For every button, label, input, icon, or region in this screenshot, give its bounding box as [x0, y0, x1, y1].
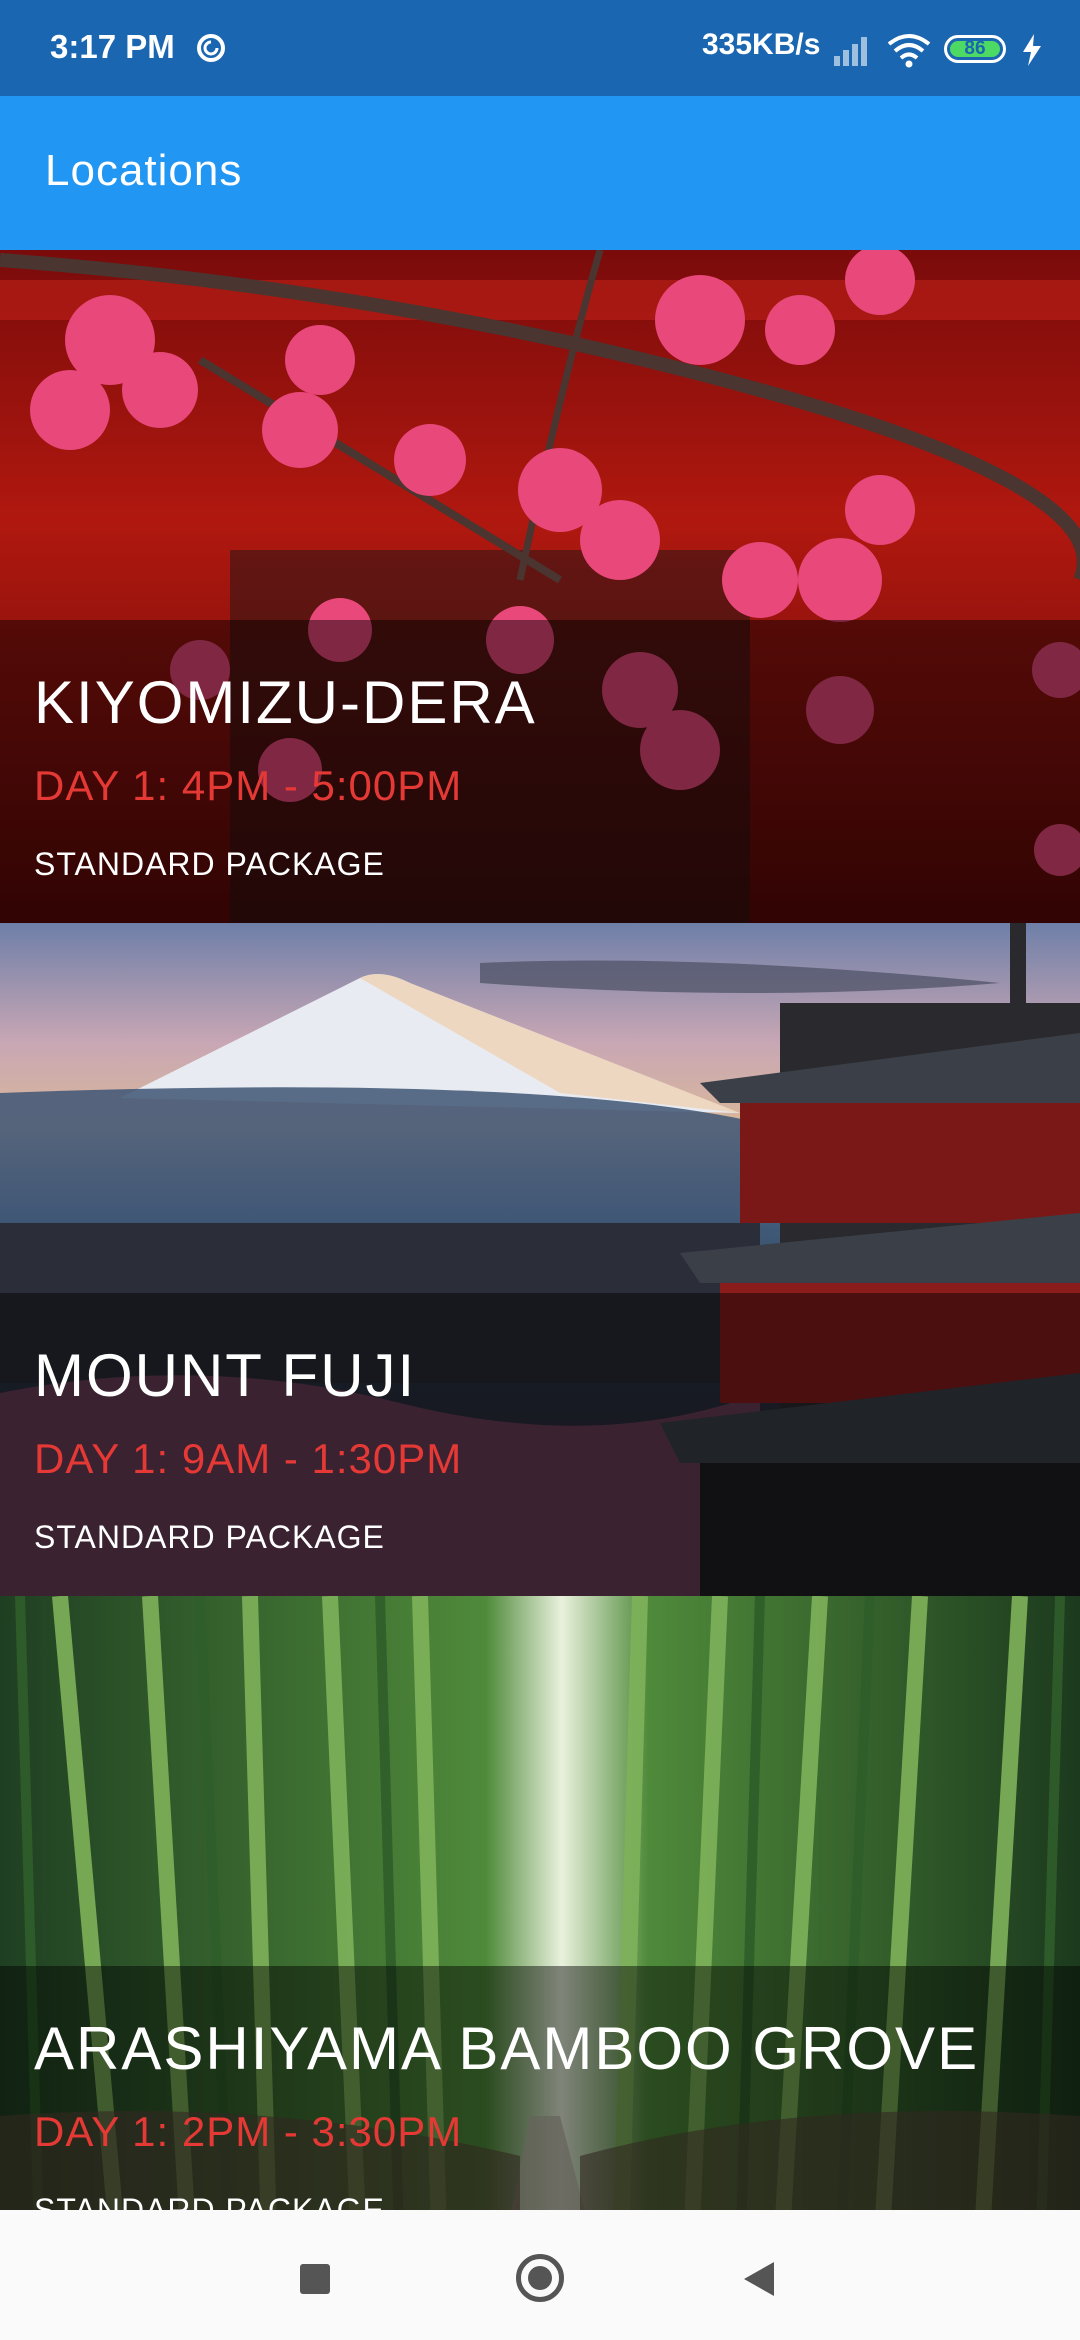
location-time: DAY 1: 4PM - 5:00PM: [34, 762, 463, 809]
back-icon[interactable]: [742, 2260, 776, 2298]
location-card-arashiyama-bamboo-grove[interactable]: ARASHIYAMA BAMBOO GROVE DAY 1: 2PM - 3:3…: [0, 1596, 1080, 2210]
home-icon[interactable]: [516, 2254, 564, 2302]
location-card-kiyomizu-dera[interactable]: KIYOMIZU-DERA DAY 1: 4PM - 5:00PM STANDA…: [0, 250, 1080, 923]
charging-icon: [1023, 34, 1041, 66]
location-package: STANDARD PACKAGE: [34, 1519, 385, 1555]
location-package: STANDARD PACKAGE: [34, 2192, 385, 2210]
location-name: ARASHIYAMA BAMBOO GROVE: [34, 2015, 980, 2082]
battery-icon: 86: [944, 35, 1006, 63]
battery-level: 86: [950, 39, 1000, 58]
card-overlay: [0, 1966, 1080, 2210]
location-card-mount-fuji[interactable]: MOUNT FUJI DAY 1: 9AM - 1:30PM STANDARD …: [0, 923, 1080, 1596]
navigation-bar: [0, 2210, 1080, 2340]
locations-list[interactable]: KIYOMIZU-DERA DAY 1: 4PM - 5:00PM STANDA…: [0, 250, 1080, 2210]
status-time: 3:17 PM: [50, 28, 175, 65]
status-bar: 3:17 PM 335KB/s 86: [0, 0, 1080, 96]
location-name: MOUNT FUJI: [34, 1342, 417, 1409]
location-name: KIYOMIZU-DERA: [34, 669, 537, 736]
network-speed: 335KB/s: [702, 28, 821, 61]
location-time: DAY 1: 9AM - 1:30PM: [34, 1435, 463, 1482]
location-time: DAY 1: 2PM - 3:30PM: [34, 2108, 463, 2155]
recents-icon[interactable]: [300, 2264, 330, 2294]
do-not-disturb-icon: [197, 34, 225, 62]
wifi-icon: [887, 34, 931, 68]
signal-icon: [834, 37, 867, 66]
app-bar: Locations: [0, 96, 1080, 250]
location-package: STANDARD PACKAGE: [34, 846, 385, 882]
page-title: Locations: [45, 146, 243, 195]
